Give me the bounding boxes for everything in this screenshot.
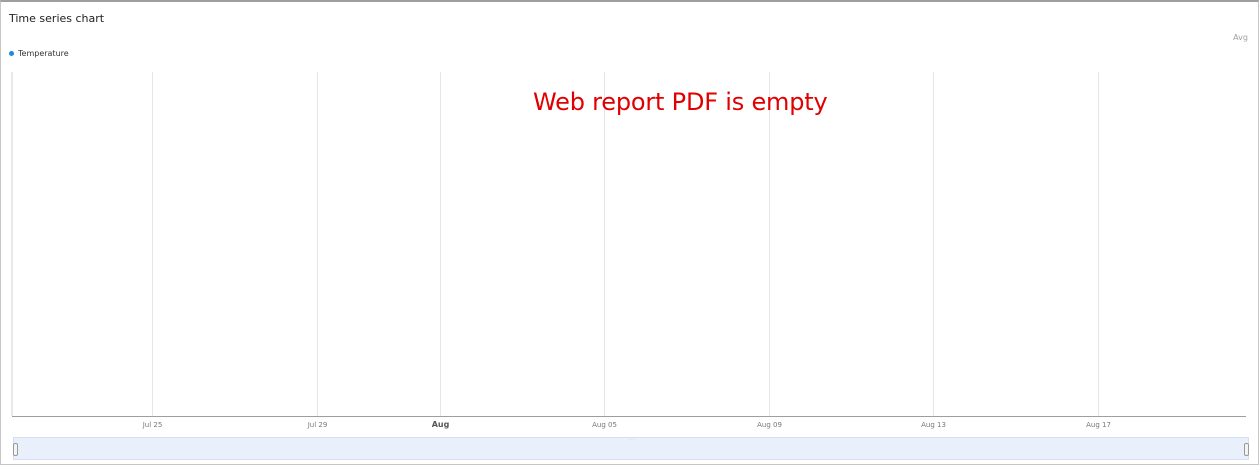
x-tick-label: Aug 13: [921, 421, 946, 429]
time-series-widget: Time series chart Temperature Avg Jul 25…: [0, 0, 1259, 465]
navigator-right-handle[interactable]: [1244, 443, 1249, 456]
navigator-grip-icon[interactable]: ⋯: [628, 436, 635, 443]
x-tick-label: Aug: [432, 420, 450, 429]
x-tick-label: Aug 05: [592, 421, 617, 429]
x-tick-label: Jul 29: [307, 421, 328, 429]
navigator-left-handle[interactable]: [13, 443, 18, 456]
range-navigator[interactable]: ⋯: [13, 436, 1249, 460]
empty-report-annotation: Web report PDF is empty: [533, 88, 828, 116]
x-tick-label: Jul 25: [142, 421, 163, 429]
plot-area[interactable]: Jul 25 Jul 29 Aug Aug 05 Aug 09 Aug 13 Aug 17: [1, 2, 1259, 466]
x-tick-label: Aug 17: [1086, 421, 1111, 429]
x-tick-label: Aug 09: [757, 421, 782, 429]
